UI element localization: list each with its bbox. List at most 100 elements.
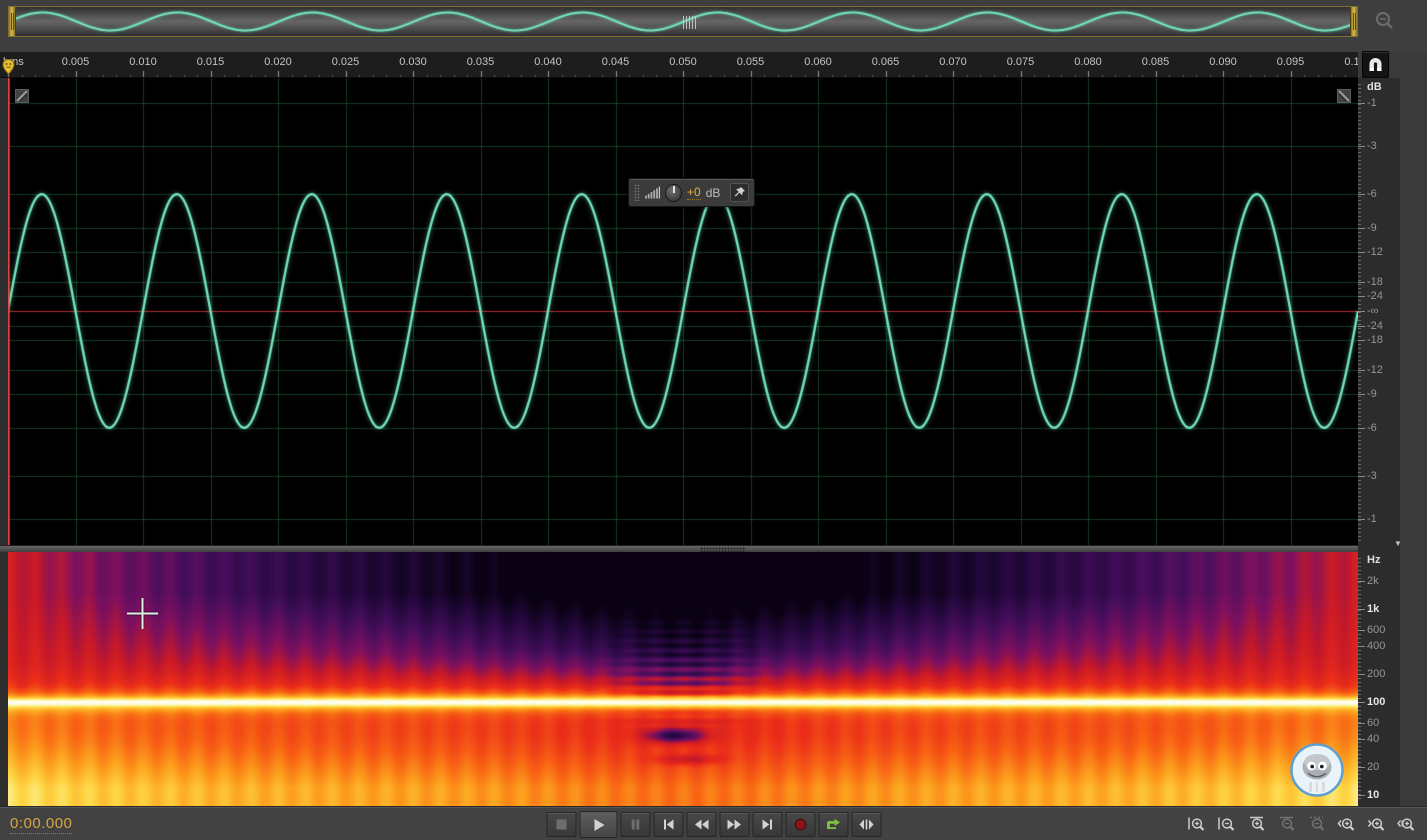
- freq-label: 60: [1357, 716, 1380, 729]
- freq-label: 20: [1357, 761, 1380, 773]
- spectrogram-canvas[interactable]: [8, 552, 1358, 806]
- transport-skip-selection-button[interactable]: [851, 812, 881, 837]
- zoom-in-time-icon: [1187, 816, 1207, 832]
- zoom-full-button[interactable]: [1395, 814, 1419, 834]
- zoom-in-at-in-point-button[interactable]: [1335, 814, 1359, 834]
- timeline-label: 0.055: [736, 56, 765, 68]
- db-label: -24: [1358, 290, 1383, 303]
- timeline-ruler[interactable]: hms 0.0050.0100.0150.0200.0250.0300.0350…: [0, 52, 1358, 78]
- db-label: -18: [1358, 275, 1383, 288]
- transport-skip-to-end-button[interactable]: [752, 812, 782, 837]
- zoom-in-amplitude-icon: [1247, 816, 1267, 832]
- zoom-out-icon: [1372, 9, 1398, 40]
- gain-value[interactable]: +0: [687, 185, 701, 200]
- pause-icon: [627, 818, 643, 831]
- gain-knob-icon[interactable]: [665, 183, 682, 202]
- zoom-in-at-out-point-button[interactable]: [1365, 814, 1389, 834]
- skip-end-icon: [759, 818, 775, 831]
- range-handle-right[interactable]: [1350, 7, 1357, 36]
- waveform-display[interactable]: +0 dB: [8, 78, 1358, 545]
- zoom-in-time-button[interactable]: [1185, 814, 1209, 834]
- zoom-controls: [1185, 814, 1419, 834]
- db-infinity-label: -∞: [1358, 305, 1379, 317]
- crosshair-cursor-icon: [124, 595, 161, 637]
- timeline-label: 0.095: [1276, 56, 1305, 68]
- rewind-icon: [693, 818, 709, 831]
- db-label: -1: [1358, 512, 1377, 525]
- freq-label: 200: [1357, 668, 1386, 680]
- zoom-out-amplitude-button[interactable]: [1275, 814, 1299, 834]
- db-scale-title: dB: [1367, 81, 1382, 93]
- overview-range-strip[interactable]: [8, 6, 1358, 37]
- timeline-label: 0.045: [601, 56, 630, 68]
- zoom-out-time-button[interactable]: [1215, 814, 1239, 834]
- corner-handle-right[interactable]: [1337, 89, 1351, 103]
- transport-pause-button[interactable]: [620, 812, 650, 837]
- transport-play-button[interactable]: [579, 811, 617, 838]
- freq-label: 1k: [1357, 603, 1380, 615]
- hud-volume-control[interactable]: +0 dB: [628, 178, 755, 207]
- zoom-in-amplitude-button[interactable]: [1245, 814, 1269, 834]
- transport-fast-forward-button[interactable]: [719, 812, 749, 837]
- timeline-label: 0.050: [669, 56, 697, 68]
- freq-label: 400: [1357, 640, 1386, 652]
- panel-divider[interactable]: [0, 545, 1358, 552]
- range-handle-left[interactable]: [9, 7, 16, 36]
- db-scale-ticks: [1358, 84, 1361, 542]
- fast-forward-icon: [726, 818, 742, 831]
- skip-selection-icon: [858, 818, 874, 831]
- gutter-filler: [1400, 78, 1427, 806]
- transport-record-button[interactable]: [785, 812, 815, 837]
- zoom-in-left-icon: [1337, 816, 1357, 832]
- freq-label: 2k: [1358, 575, 1379, 587]
- timeline-label: 0.040: [534, 56, 562, 68]
- db-label: -1: [1358, 97, 1377, 110]
- db-label: -12: [1358, 363, 1383, 376]
- freq-scale-ticks: [1358, 558, 1361, 802]
- stop-icon: [553, 818, 569, 831]
- freq-scale-title: Hz: [1367, 554, 1381, 566]
- timeline-label: 0.015: [196, 56, 225, 68]
- db-label: -12: [1358, 246, 1383, 259]
- snap-toggle-button[interactable]: [1362, 51, 1389, 78]
- timeline-label: 0.070: [939, 56, 967, 68]
- time-display[interactable]: 0:00.000: [10, 815, 73, 834]
- corner-handle-left[interactable]: [15, 89, 29, 103]
- transport-rewind-button[interactable]: [686, 812, 716, 837]
- gain-unit-label: dB: [705, 185, 721, 200]
- transport-loop-playback-button[interactable]: [818, 812, 848, 837]
- db-label: -6: [1358, 421, 1377, 434]
- assistant-avatar-icon[interactable]: [1289, 742, 1345, 803]
- transport-skip-to-start-button[interactable]: [653, 812, 683, 837]
- timeline-label: 0.010: [129, 56, 157, 68]
- timeline-label: 0.085: [1141, 56, 1170, 68]
- db-label: -6: [1358, 188, 1377, 201]
- divider-arrow-icon[interactable]: ▼: [1394, 539, 1402, 548]
- transport-stop-button[interactable]: [546, 812, 576, 837]
- waveform-canvas[interactable]: [8, 78, 1358, 545]
- play-icon: [589, 818, 607, 832]
- zoom-selection-icon: [1307, 816, 1327, 832]
- zoom-in-right-icon: [1367, 816, 1387, 832]
- timeline-ticks: [0, 69, 1358, 77]
- timeline-label: 0.020: [264, 56, 292, 68]
- hud-drag-grip-icon[interactable]: [634, 184, 640, 201]
- timeline-label: 0.080: [1074, 56, 1102, 68]
- record-icon: [792, 818, 808, 831]
- left-gutter: [0, 78, 8, 806]
- db-label: -3: [1358, 140, 1377, 153]
- navigator-bar: [0, 0, 1427, 52]
- timeline-end-label: 0.1: [1344, 56, 1358, 68]
- freq-label: 40: [1357, 733, 1380, 745]
- db-label: -9: [1358, 387, 1377, 400]
- playhead-marker-icon[interactable]: [2, 59, 15, 80]
- scales-gutter[interactable]: dB -1 -1 -3 -3 -6 -6 -9 -9 -12 -12 -18 -18 -24 -24 -∞ …: [1357, 78, 1427, 806]
- hud-pin-button[interactable]: [730, 183, 749, 202]
- freq-label: 600: [1357, 623, 1386, 636]
- zoom-to-selection-button[interactable]: [1305, 814, 1329, 834]
- freq-label: 100: [1357, 696, 1386, 708]
- spectrogram-display[interactable]: [8, 552, 1358, 806]
- magnet-icon: [1369, 57, 1382, 71]
- drag-grip-icon[interactable]: [683, 16, 701, 29]
- skip-start-icon: [660, 818, 676, 831]
